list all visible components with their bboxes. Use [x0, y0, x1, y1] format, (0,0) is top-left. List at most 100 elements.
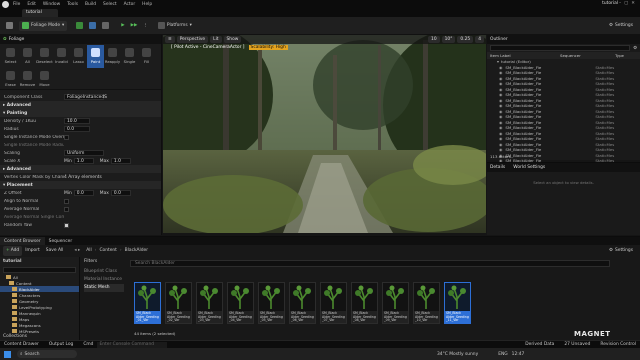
- lit-button[interactable]: Lit: [210, 36, 222, 43]
- visibility-icon[interactable]: ◉: [499, 70, 502, 75]
- derived-data-button[interactable]: Derived Data: [525, 342, 554, 347]
- tool-all[interactable]: All: [19, 45, 36, 68]
- tool-reapply[interactable]: Reapply: [104, 45, 121, 68]
- filters-header[interactable]: Filters: [84, 259, 124, 264]
- outliner-settings-icon[interactable]: ⚙: [633, 46, 637, 51]
- mode-select-button[interactable]: Foliage Mode ▾: [19, 20, 68, 31]
- visibility-icon[interactable]: ◉: [499, 125, 502, 130]
- add-actor-icon[interactable]: [73, 21, 86, 31]
- level-viewport[interactable]: ≡ Perspective Lit Show 10 10° 0.25 4 [ P…: [163, 35, 486, 233]
- cb-settings-button[interactable]: ⚙ Settings: [606, 246, 636, 256]
- visibility-icon[interactable]: ◉: [499, 114, 502, 119]
- settings-button[interactable]: ⚙ Settings: [606, 21, 636, 31]
- align-normal-checkbox[interactable]: [64, 198, 69, 204]
- cinematics-icon[interactable]: [99, 21, 112, 31]
- vertex-color-value[interactable]: 4 Array elements: [64, 175, 102, 180]
- tool-fill[interactable]: Fill: [138, 45, 155, 68]
- density-field[interactable]: 10.0: [64, 118, 90, 124]
- advanced-section[interactable]: ▸ Advanced: [0, 101, 161, 109]
- camera-speed-button[interactable]: 4: [475, 36, 484, 43]
- visibility-icon[interactable]: ◉: [499, 65, 502, 70]
- menu-select[interactable]: Select: [103, 2, 117, 7]
- asset-tile[interactable]: SM_Black Alder_Seeding _08_Var: [351, 282, 378, 324]
- menu-tools[interactable]: Tools: [67, 2, 78, 7]
- language-indicator[interactable]: ENG: [498, 352, 507, 357]
- asset-tile[interactable]: SM_Black Alder_Seeding _03_Var: [196, 282, 223, 324]
- visibility-icon[interactable]: ◉: [499, 142, 502, 147]
- world-settings-tab[interactable]: World Settings: [513, 165, 545, 170]
- grid-snap-button[interactable]: 10: [428, 36, 440, 43]
- visibility-icon[interactable]: ◉: [499, 98, 502, 103]
- add-button[interactable]: + Add: [3, 245, 23, 256]
- platforms-button[interactable]: Platforms ▾: [155, 21, 195, 31]
- content-drawer-button[interactable]: Content Drawer: [4, 342, 39, 347]
- output-log-button[interactable]: Output Log: [49, 342, 74, 347]
- asset-tile[interactable]: SM_Black Alder_Seeding _01_Var: [134, 282, 161, 324]
- revision-control-button[interactable]: Revision Control: [600, 342, 636, 347]
- asset-tile[interactable]: SM_Black Alder_Seeding _05_Var: [258, 282, 285, 324]
- visibility-icon[interactable]: ◉: [499, 76, 502, 81]
- scale-snap-button[interactable]: 0.25: [457, 36, 474, 43]
- visibility-icon[interactable]: ◉: [499, 87, 502, 92]
- clock[interactable]: 12:47: [512, 352, 525, 357]
- viewport-menu-button[interactable]: ≡: [165, 36, 175, 43]
- placement-section[interactable]: ▾ Placement: [0, 181, 161, 189]
- visibility-icon[interactable]: ◉: [499, 92, 502, 97]
- windows-start-icon[interactable]: [4, 350, 11, 358]
- visibility-icon[interactable]: ◉: [499, 147, 502, 152]
- tool-deselect[interactable]: Deselect: [36, 45, 53, 68]
- random-yaw-checkbox[interactable]: [64, 222, 69, 228]
- level-tab[interactable]: tutorial: [22, 9, 58, 17]
- zoffset-max-field[interactable]: 0.0: [110, 190, 131, 196]
- menu-help[interactable]: Help: [142, 2, 152, 7]
- import-button[interactable]: Import: [22, 246, 43, 256]
- advanced-section-2[interactable]: ▸ Advanced: [0, 165, 161, 173]
- asset-search-input[interactable]: Search BlackAlder: [130, 260, 610, 267]
- details-tab[interactable]: Details: [490, 165, 505, 170]
- average-normal-checkbox[interactable]: [64, 206, 69, 212]
- more-play-icon[interactable]: ⋮: [140, 21, 150, 31]
- menu-file[interactable]: File: [13, 2, 20, 7]
- menu-actor[interactable]: Actor: [124, 2, 136, 7]
- tool-move[interactable]: Move: [36, 68, 53, 91]
- visibility-icon[interactable]: ◉: [499, 136, 502, 141]
- painting-section[interactable]: ▾ Painting: [0, 109, 161, 117]
- filter-item[interactable]: Blueprint Class: [84, 268, 124, 276]
- scaling-dropdown[interactable]: Uniform: [64, 150, 104, 156]
- save-icon[interactable]: [3, 21, 16, 31]
- sequencer-tab[interactable]: Sequencer: [45, 239, 76, 244]
- menu-build[interactable]: Build: [85, 2, 96, 7]
- filter-item[interactable]: Material Instance: [84, 276, 124, 284]
- zoffset-min-field[interactable]: 0.0: [73, 190, 94, 196]
- tool-single[interactable]: Single: [121, 45, 138, 68]
- tool-erase[interactable]: Erase: [2, 68, 19, 91]
- angle-snap-button[interactable]: 10°: [441, 36, 456, 43]
- tool-invalid[interactable]: Invalid: [53, 45, 70, 68]
- menu-window[interactable]: Window: [43, 2, 60, 7]
- tool-remove[interactable]: Remove: [19, 68, 36, 91]
- radius-field[interactable]: 0.0: [64, 126, 90, 132]
- show-button[interactable]: Show: [223, 36, 242, 43]
- visibility-icon[interactable]: ◉: [499, 120, 502, 125]
- cmd-button[interactable]: Cmd: [83, 342, 93, 347]
- weather-widget[interactable]: 34°C Mostly sunny: [437, 352, 478, 357]
- asset-tile[interactable]: SM_Black Alder_Seeding _04_Var: [227, 282, 254, 324]
- save-all-button[interactable]: Save All: [43, 246, 67, 256]
- visibility-icon[interactable]: ◉: [499, 131, 502, 136]
- content-browser-tab[interactable]: Content Browser: [0, 237, 45, 245]
- outliner-search-input[interactable]: [490, 45, 631, 51]
- asset-tile[interactable]: SM_Black Alder_Seeding _06_Var: [289, 282, 316, 324]
- asset-tile[interactable]: SM_Black Alder_Seeding _09_Var: [382, 282, 409, 324]
- asset-tile[interactable]: SM_Black Alder_Seeding _10_Var: [413, 282, 440, 324]
- tree-search-input[interactable]: [3, 267, 76, 273]
- collections-section[interactable]: Collections: [3, 334, 27, 339]
- breadcrumb-blackalder[interactable]: BlackAlder: [125, 248, 148, 253]
- breadcrumb-content[interactable]: Content: [99, 248, 116, 253]
- tool-paint[interactable]: Paint: [87, 45, 104, 68]
- window-controls-icon[interactable]: –▢✕: [619, 1, 638, 6]
- taskbar-search[interactable]: ⌕ Search: [17, 350, 77, 358]
- asset-tile[interactable]: SM_Black Alder_Seeding _07_Var: [320, 282, 347, 324]
- component-class-field[interactable]: FoliageInstancedS: [64, 94, 107, 100]
- filter-item[interactable]: Static Mesh: [84, 284, 124, 292]
- unsaved-button[interactable]: 27 Unsaved: [564, 342, 590, 347]
